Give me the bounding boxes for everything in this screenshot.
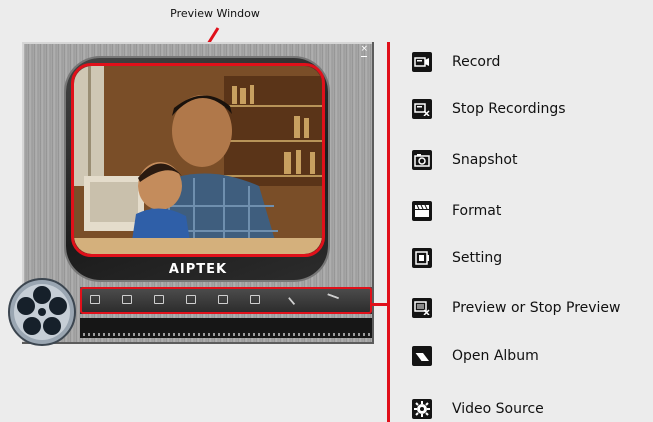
legend-item-preview: Preview or Stop Preview [412, 297, 653, 319]
stop-recordings-icon [412, 99, 432, 119]
close-button[interactable]: × [360, 44, 368, 54]
legend-item-snapshot: Snapshot [412, 149, 653, 171]
legend-item-open-album: Open Album [412, 345, 653, 367]
video-source-icon [412, 399, 432, 419]
preview-window-highlight [71, 63, 325, 257]
setting-icon [412, 248, 432, 268]
format-icon [412, 201, 432, 221]
app-window: × AIPTEK [8, 42, 374, 346]
film-reel-icon [8, 278, 76, 346]
record-icon [412, 52, 432, 72]
legend-item-setting: Setting [412, 247, 653, 269]
legend-bracket [387, 42, 390, 422]
minimize-button[interactable] [361, 56, 367, 57]
snapshot-icon [412, 150, 432, 170]
legend-item-stop-recordings: Stop Recordings [412, 98, 653, 120]
brand-logo: AIPTEK [168, 262, 228, 277]
open-album-icon [412, 346, 432, 366]
controls-connector [370, 303, 388, 306]
controls-highlight [80, 287, 372, 314]
film-strip [80, 318, 372, 338]
legend-item-video-source: Video Source [412, 398, 653, 420]
legend-item-record: Record [412, 51, 653, 73]
legend-item-format: Format [412, 200, 653, 222]
preview-icon [412, 298, 432, 318]
